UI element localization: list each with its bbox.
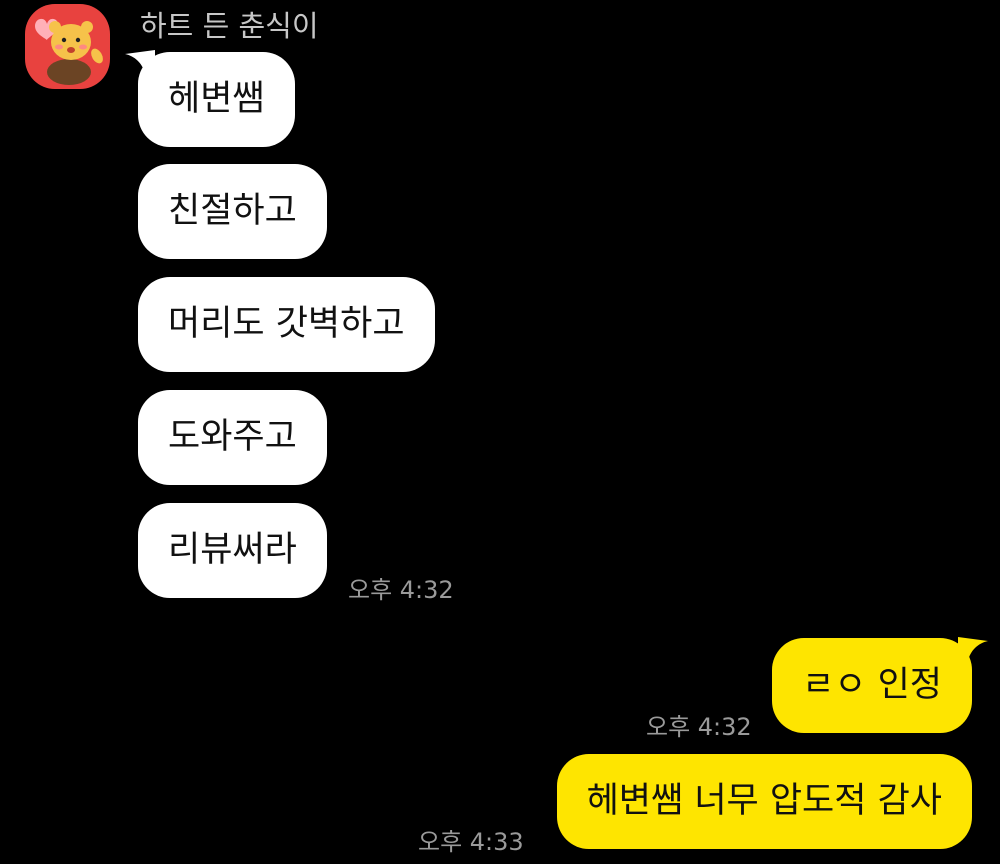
chunsik-character-avatar-icon	[35, 18, 103, 85]
outgoing-bubble-tail	[958, 637, 988, 661]
message-text: 머리도 갓벽하고	[168, 304, 405, 344]
message-text: 도와주고	[168, 417, 297, 457]
message-text: 리뷰써라	[168, 530, 297, 570]
message-timestamp: 오후 4:33	[418, 828, 524, 856]
message-text: 친절하고	[168, 191, 297, 231]
outgoing-message-bubble[interactable]: 헤변쌤 너무 압도적 감사	[556, 754, 972, 849]
message-text: 헤변쌤	[168, 79, 265, 119]
sender-avatar[interactable]	[25, 4, 110, 89]
message-text: 헤변쌤 너무 압도적 감사	[586, 781, 942, 821]
incoming-message-bubble[interactable]: 머리도 갓벽하고	[138, 277, 435, 372]
incoming-message-bubble[interactable]: 도와주고	[138, 390, 327, 485]
incoming-message-bubble[interactable]: 친절하고	[138, 164, 327, 259]
incoming-message-bubble[interactable]: 리뷰써라	[138, 503, 327, 598]
sender-name: 하트 든 춘식이	[140, 9, 319, 43]
message-text: ㄹㅇ 인정	[802, 665, 942, 705]
incoming-message-bubble[interactable]: 헤변쌤	[138, 52, 295, 147]
message-timestamp: 오후 4:32	[348, 576, 454, 604]
outgoing-message-bubble[interactable]: ㄹㅇ 인정	[772, 638, 972, 733]
message-timestamp: 오후 4:32	[646, 713, 752, 741]
